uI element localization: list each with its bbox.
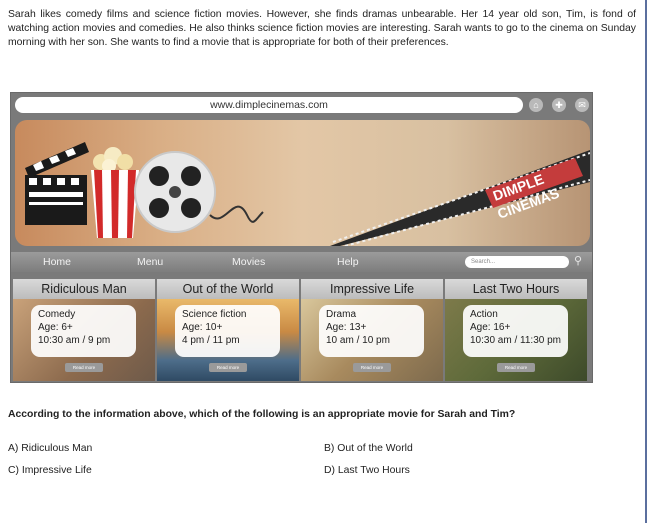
option-b[interactable]: B) Out of the World: [324, 443, 413, 454]
movie-info-box: Comedy Age: 6+ 10:30 am / 9 pm: [31, 305, 136, 357]
movie-info-box: Science fiction Age: 10+ 4 pm / 11 pm: [175, 305, 280, 357]
page-border-rule: [645, 0, 647, 523]
movie-card[interactable]: Ridiculous Man Comedy Age: 6+ 10:30 am /…: [13, 279, 155, 381]
movie-age: Age: 16+: [470, 322, 511, 333]
nav-home[interactable]: Home: [43, 252, 71, 272]
read-more-button[interactable]: Read more: [353, 363, 391, 372]
read-more-button[interactable]: Read more: [65, 363, 103, 372]
nav-movies[interactable]: Movies: [232, 252, 265, 272]
nav-help[interactable]: Help: [337, 252, 359, 272]
movie-genre: Comedy: [38, 309, 76, 320]
nav-menu[interactable]: Menu: [137, 252, 163, 272]
movie-info-box: Drama Age: 13+ 10 am / 10 pm: [319, 305, 424, 357]
search-input[interactable]: Search...: [465, 256, 569, 268]
movie-genre: Science fiction: [182, 309, 247, 320]
film-reel-icon: [134, 151, 264, 233]
movie-card[interactable]: Out of the World Science fiction Age: 10…: [157, 279, 299, 381]
home-icon[interactable]: ⌂: [529, 98, 543, 112]
movie-age: Age: 6+: [38, 322, 73, 333]
movie-age: Age: 13+: [326, 322, 367, 333]
movie-times: 10:30 am / 11:30 pm: [470, 335, 561, 346]
option-c[interactable]: C) Impressive Life: [8, 465, 92, 476]
site-navbar: Home Menu Movies Help Search... ⚲: [11, 252, 592, 272]
search-icon[interactable]: ⚲: [574, 255, 586, 267]
question-text: According to the information above, whic…: [8, 409, 516, 420]
option-a[interactable]: A) Ridiculous Man: [8, 443, 92, 454]
clapperboard-icon: [25, 142, 89, 225]
movie-title[interactable]: Last Two Hours: [445, 279, 587, 299]
url-bar[interactable]: www.dimplecinemas.com: [15, 97, 523, 113]
option-d[interactable]: D) Last Two Hours: [324, 465, 410, 476]
plus-icon[interactable]: ✚: [552, 98, 566, 112]
movie-title[interactable]: Ridiculous Man: [13, 279, 155, 299]
movie-card[interactable]: Last Two Hours Action Age: 16+ 10:30 am …: [445, 279, 587, 381]
movie-times: 10:30 am / 9 pm: [38, 335, 111, 346]
movie-times: 4 pm / 11 pm: [182, 335, 240, 346]
browser-mockup: www.dimplecinemas.com ⌂ ✚ ✉ DIMPLE CINEM…: [10, 92, 593, 383]
read-more-button[interactable]: Read more: [209, 363, 247, 372]
movie-genre: Action: [470, 309, 498, 320]
movie-genre: Drama: [326, 309, 357, 320]
cinema-banner: DIMPLE CINEMAS: [15, 120, 590, 246]
movie-title[interactable]: Impressive Life: [301, 279, 443, 299]
movie-age: Age: 10+: [182, 322, 223, 333]
read-more-button[interactable]: Read more: [497, 363, 535, 372]
movie-times: 10 am / 10 pm: [326, 335, 390, 346]
popcorn-icon: [91, 147, 139, 238]
mail-icon[interactable]: ✉: [575, 98, 589, 112]
movie-card[interactable]: Impressive Life Drama Age: 13+ 10 am / 1…: [301, 279, 443, 381]
movie-title[interactable]: Out of the World: [157, 279, 299, 299]
passage-text: Sarah likes comedy films and science fic…: [8, 9, 636, 48]
movie-info-box: Action Age: 16+ 10:30 am / 11:30 pm: [463, 305, 568, 357]
